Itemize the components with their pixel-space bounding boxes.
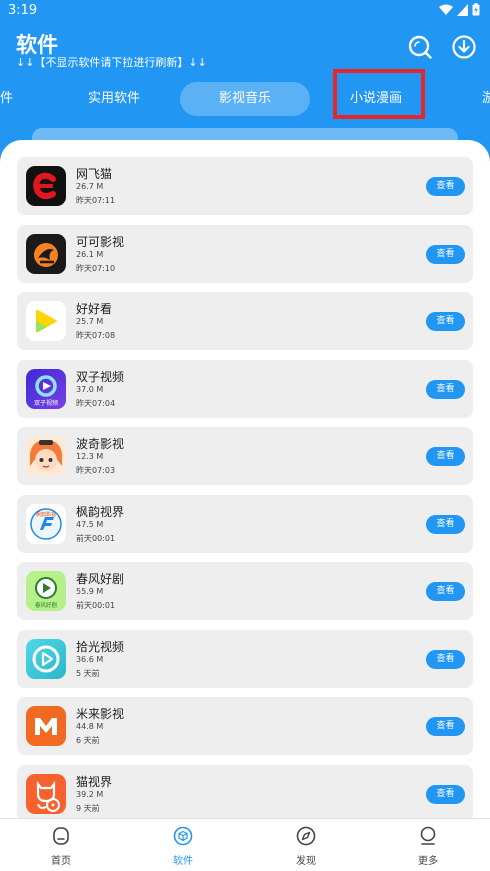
- tab-partial-right[interactable]: 游: [482, 82, 490, 116]
- nav-discover[interactable]: 发现: [266, 819, 346, 871]
- nav-label: 首页: [51, 856, 71, 867]
- list-item[interactable]: 波奇影视 12.3 M 昨天07:03 查看: [17, 427, 473, 485]
- app-name: 波奇影视: [76, 437, 125, 451]
- app-name: 拾光视频: [76, 640, 125, 654]
- app-size: 26.1 M: [76, 250, 104, 259]
- tab-highlight-box: [333, 69, 425, 119]
- play-circle-icon: [26, 639, 66, 679]
- view-button[interactable]: 查看: [426, 447, 465, 466]
- home-icon: [53, 827, 69, 845]
- compass-icon: [296, 826, 316, 846]
- view-button[interactable]: 查看: [426, 177, 465, 196]
- view-button[interactable]: 查看: [426, 312, 465, 331]
- keke-icon: [26, 234, 66, 274]
- fengyun-icon-text: 枫韵影视: [36, 511, 56, 518]
- signal-icon: [457, 3, 468, 16]
- app-time: 昨天07:03: [76, 466, 116, 475]
- app-name: 可可影视: [76, 235, 125, 249]
- play-triangle-icon: [26, 301, 66, 341]
- app-list-sheet: 网飞猫 26.7 M 昨天07:11 查看 可可影视 26.1 M 昨天07:1…: [0, 140, 490, 871]
- app-name: 猫视界: [76, 775, 113, 789]
- app-time: 前天00:01: [76, 534, 116, 543]
- download-icon[interactable]: [451, 34, 477, 60]
- letter-m-icon: [26, 706, 66, 746]
- view-button[interactable]: 查看: [426, 380, 465, 399]
- view-button[interactable]: 查看: [426, 245, 465, 264]
- app-name: 好好看: [76, 302, 113, 316]
- status-bar: 3:19: [0, 0, 490, 24]
- app-time: 昨天07:10: [76, 264, 116, 273]
- app-time: 昨天07:08: [76, 331, 116, 340]
- app-size: 25.7 M: [76, 317, 104, 326]
- tab-partial-left[interactable]: 件: [0, 82, 13, 116]
- app-name: 米来影视: [76, 707, 125, 721]
- list-item[interactable]: 网飞猫 26.7 M 昨天07:11 查看: [17, 157, 473, 215]
- app-size: 26.7 M: [76, 182, 104, 191]
- nav-home[interactable]: 首页: [21, 819, 101, 871]
- chunfeng-icon-text: 春风好剧: [35, 601, 58, 609]
- list-item[interactable]: 枫韵影视 枫韵视界 47.5 M 前天00:01 查看: [17, 495, 473, 553]
- anime-girl-icon: [26, 436, 66, 476]
- app-name: 枫韵视界: [76, 505, 125, 519]
- netflix-cat-icon: [26, 166, 66, 206]
- fengyun-icon: 枫韵影视: [26, 504, 66, 544]
- search-icon[interactable]: [407, 34, 433, 60]
- app-name: 双子视频: [76, 370, 125, 384]
- app-name: 春风好剧: [76, 572, 125, 586]
- app-size: 55.9 M: [76, 587, 104, 596]
- list-item[interactable]: 拾光视频 36.6 M 5 天前 查看: [17, 630, 473, 688]
- app-name: 网飞猫: [76, 167, 113, 181]
- software-cube-icon: [173, 826, 193, 846]
- view-button[interactable]: 查看: [426, 717, 465, 736]
- gemini-icon-text: 双子视频: [34, 399, 58, 407]
- view-button[interactable]: 查看: [426, 650, 465, 669]
- app-time: 9 天前: [76, 804, 100, 813]
- status-time: 3:19: [8, 3, 38, 18]
- list-item[interactable]: 好好看 25.7 M 昨天07:08 查看: [17, 292, 473, 350]
- app-time: 6 天前: [76, 736, 100, 745]
- list-item[interactable]: 米来影视 44.8 M 6 天前 查看: [17, 697, 473, 755]
- app-size: 47.5 M: [76, 520, 104, 529]
- cat-film-icon: [26, 774, 66, 814]
- list-item[interactable]: 双子视频 双子视频 37.0 M 昨天07:04 查看: [17, 360, 473, 418]
- battery-icon: [472, 3, 480, 16]
- chunfeng-play-icon: 春风好剧: [26, 571, 66, 611]
- tab-tools[interactable]: 实用软件: [78, 82, 150, 116]
- nav-more[interactable]: 更多: [388, 819, 468, 871]
- app-size: 44.8 M: [76, 722, 104, 731]
- app-size: 36.6 M: [76, 655, 104, 664]
- gemini-video-icon: 双子视频: [26, 369, 66, 409]
- app-time: 前天00:01: [76, 601, 116, 610]
- wifi-icon: [439, 4, 453, 15]
- list-item[interactable]: 可可影视 26.1 M 昨天07:10 查看: [17, 225, 473, 283]
- nav-software[interactable]: 软件: [143, 819, 223, 871]
- nav-label: 更多: [418, 856, 438, 867]
- app-size: 37.0 M: [76, 385, 104, 394]
- list-item[interactable]: 春风好剧 春风好剧 55.9 M 前天00:01 查看: [17, 562, 473, 620]
- view-button[interactable]: 查看: [426, 785, 465, 804]
- app-size: 39.2 M: [76, 790, 104, 799]
- nav-label: 软件: [173, 856, 193, 867]
- app-time: 昨天07:11: [76, 196, 116, 205]
- more-person-icon: [420, 826, 436, 845]
- nav-label: 发现: [296, 856, 316, 867]
- app-time: 昨天07:04: [76, 399, 116, 408]
- bottom-nav: 首页 软件 发现 更多: [0, 818, 490, 871]
- app-size: 12.3 M: [76, 452, 104, 461]
- view-button[interactable]: 查看: [426, 582, 465, 601]
- app-time: 5 天前: [76, 669, 100, 678]
- tab-video-music[interactable]: 影视音乐: [180, 82, 310, 116]
- refresh-hint: ↓↓【不显示软件请下拉进行刷新】↓↓: [16, 56, 207, 69]
- status-icons: [439, 3, 480, 16]
- list-item[interactable]: 猫视界 39.2 M 9 天前 查看: [17, 765, 473, 823]
- view-button[interactable]: 查看: [426, 515, 465, 534]
